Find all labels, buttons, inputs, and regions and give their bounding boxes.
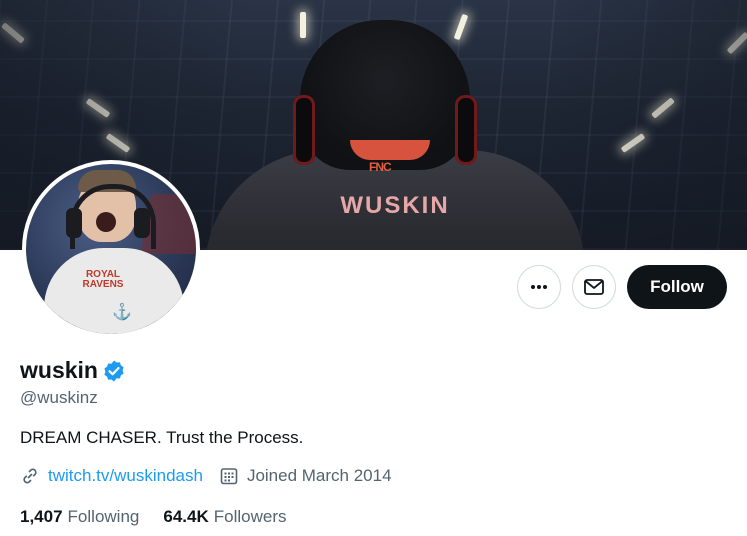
avatar-shirt-text: ROYAL RAVENS	[82, 269, 124, 290]
mail-icon	[584, 279, 604, 295]
following-stat[interactable]: 1,407 Following	[20, 507, 139, 527]
headset-cup-icon	[66, 208, 82, 238]
headset-cup-icon	[134, 208, 150, 238]
user-handle: @wuskinz	[20, 388, 98, 407]
follow-button[interactable]: Follow	[627, 265, 727, 309]
following-label: Following	[67, 507, 140, 526]
following-count: 1,407	[20, 507, 63, 526]
jersey-logo: FNC	[369, 160, 392, 174]
followers-count: 64.4K	[163, 507, 209, 526]
follow-stats: 1,407 Following 64.4K Followers	[20, 507, 310, 527]
profile-bio: DREAM CHASER. Trust the Process.	[20, 428, 304, 447]
followers-stat[interactable]: 64.4K Followers	[163, 507, 286, 527]
joined-date: Joined March 2014	[246, 466, 392, 485]
display-name: wuskin	[20, 357, 98, 383]
headphone-icon	[455, 95, 477, 165]
more-button[interactable]	[517, 265, 561, 309]
name-row: wuskin	[20, 357, 126, 384]
banner-player: FNC WUSKIN	[205, 20, 585, 250]
raven-logo-icon: ⚓	[112, 304, 132, 321]
avatar-shirt	[44, 248, 184, 334]
verified-badge-icon[interactable]	[102, 359, 126, 383]
calendar-icon	[219, 466, 239, 486]
more-dots-icon	[531, 285, 547, 289]
jersey-text: WUSKIN	[340, 192, 450, 219]
link-icon	[20, 466, 40, 486]
headphone-icon	[293, 95, 315, 165]
followers-label: Followers	[213, 507, 287, 526]
player-collar	[350, 140, 430, 160]
message-button[interactable]	[572, 265, 616, 309]
profile-meta: twitch.tv/wuskindash Joined March 2014	[20, 466, 392, 486]
profile-website-link[interactable]: twitch.tv/wuskindash	[48, 466, 203, 486]
avatar[interactable]: ROYAL RAVENS ⚓	[22, 160, 200, 338]
